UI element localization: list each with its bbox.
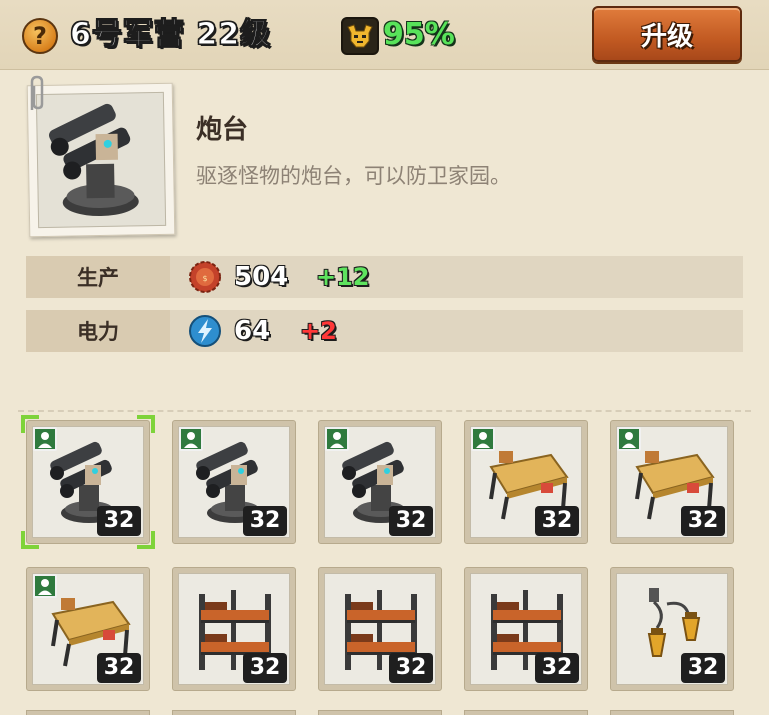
building-name: 炮台 xyxy=(196,115,249,145)
building-slot-lantern[interactable]: 32 xyxy=(610,567,734,691)
stat-delta: +2 xyxy=(300,317,337,345)
slot-row-partial xyxy=(26,710,150,715)
slot-level: 32 xyxy=(243,506,287,536)
morale-value: 95% xyxy=(383,17,455,52)
building-description: 驱逐怪物的炮台，可以防卫家园。 xyxy=(196,164,511,188)
stat-row-production: 生产 $ 504 +12 xyxy=(26,256,743,298)
worker-icon xyxy=(471,427,495,451)
slot-level: 32 xyxy=(389,506,433,536)
building-slot-turret[interactable]: 32 xyxy=(21,415,155,549)
selection-corner xyxy=(137,531,155,549)
slot-row-partial xyxy=(610,710,734,715)
building-slot-bunk-bed[interactable]: 32 xyxy=(318,567,442,691)
upgrade-button[interactable]: 升级 xyxy=(592,6,742,62)
svg-text:$: $ xyxy=(202,274,207,283)
building-slot-workbench[interactable]: 32 xyxy=(610,420,734,544)
building-slot-bunk-bed[interactable]: 32 xyxy=(464,567,588,691)
slot-row-partial xyxy=(318,710,442,715)
building-slot-turret[interactable]: 32 xyxy=(318,420,442,544)
selection-corner xyxy=(137,415,155,433)
turret-icon xyxy=(49,103,139,217)
slot-level: 32 xyxy=(97,653,141,683)
stat-row-power: 电力 64 +2 xyxy=(26,310,743,352)
bottle-cap-icon: $ xyxy=(189,261,221,293)
stat-label: 电力 xyxy=(26,310,170,352)
slot-row-partial xyxy=(464,710,588,715)
slot-row-partial xyxy=(172,710,296,715)
building-slot-turret[interactable]: 32 xyxy=(172,420,296,544)
help-button[interactable]: ? xyxy=(22,18,58,54)
divider xyxy=(18,410,751,412)
worker-icon xyxy=(325,427,349,451)
building-slot-workbench[interactable]: 32 xyxy=(464,420,588,544)
selection-corner xyxy=(21,531,39,549)
building-photo xyxy=(26,82,176,238)
slot-level: 32 xyxy=(243,653,287,683)
building-slot-bunk-bed[interactable]: 32 xyxy=(172,567,296,691)
slot-level: 32 xyxy=(389,653,433,683)
stat-value: 504 xyxy=(234,262,289,292)
stat-delta: +12 xyxy=(316,263,370,291)
selection-corner xyxy=(21,415,39,433)
paperclip-icon xyxy=(30,75,44,110)
slot-level: 32 xyxy=(97,506,141,536)
worker-icon xyxy=(33,574,57,598)
worker-icon xyxy=(617,427,641,451)
building-slot-workbench[interactable]: 32 xyxy=(26,567,150,691)
horned-skull-icon xyxy=(341,17,379,55)
stat-label: 生产 xyxy=(26,256,170,298)
slot-level: 32 xyxy=(681,653,725,683)
worker-icon xyxy=(179,427,203,451)
stat-value: 64 xyxy=(234,316,271,346)
slot-level: 32 xyxy=(535,653,579,683)
top-bar: ? 6号军营 22级 95% 升级 xyxy=(0,0,769,70)
slot-level: 32 xyxy=(535,506,579,536)
camp-title: 6号军营 22级 xyxy=(69,17,272,53)
slot-level: 32 xyxy=(681,506,725,536)
lightning-icon xyxy=(189,315,221,347)
